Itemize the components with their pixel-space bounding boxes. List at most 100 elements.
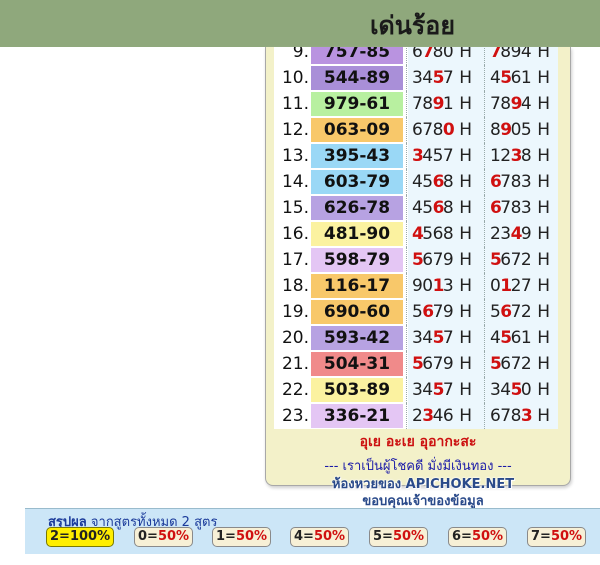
formula-cell-a: 5679H: [408, 247, 486, 273]
column-divider: [406, 65, 408, 91]
h-marker: H: [459, 276, 473, 296]
column-divider: [406, 403, 408, 429]
digit: 3: [520, 198, 533, 218]
column-divider: [484, 117, 486, 143]
slogan-line-1: อุเย อะเย อุอากะสะ: [359, 434, 477, 450]
number-pair: 336-21: [311, 404, 403, 428]
table-row: 20. 593-42 3 4 5 7 H 4 5 6 1 H: [274, 325, 558, 351]
row-number: 11.: [281, 94, 309, 114]
h-marker: H: [537, 146, 551, 166]
number-pair: 503-89: [311, 378, 403, 402]
formula-cell-a: 6780H: [408, 47, 486, 65]
h-marker: H: [537, 328, 551, 348]
summary-badge: 5=50%: [369, 527, 429, 547]
h-marker: H: [459, 94, 473, 114]
h-marker: H: [459, 68, 473, 88]
row-number: 13.: [281, 146, 309, 166]
column-divider: [484, 403, 486, 429]
row-number: 10.: [281, 68, 309, 88]
column-divider: [406, 299, 408, 325]
row-number: 21.: [281, 354, 309, 374]
h-marker: H: [537, 120, 551, 140]
row-number: 14.: [281, 172, 309, 192]
column-divider: [406, 325, 408, 351]
column-divider: [484, 91, 486, 117]
h-marker: H: [459, 380, 473, 400]
digit: 3: [442, 276, 455, 296]
h-marker: H: [459, 406, 473, 426]
column-divider: [406, 47, 408, 65]
table-row: 12. 063-09 6 7 8 0 H 8 9 0 5 H: [274, 117, 558, 143]
formula-cell-a: 3457H: [408, 65, 486, 91]
digit: 2: [520, 250, 533, 270]
h-marker: H: [537, 172, 551, 192]
digit: 9: [442, 302, 455, 322]
badge-digit: 0=: [138, 529, 158, 544]
column-divider: [406, 273, 408, 299]
formula-cell-a: 4568H: [408, 169, 486, 195]
row-number: 18.: [281, 276, 309, 296]
digit: 0: [443, 120, 455, 140]
digit: 9: [442, 250, 455, 270]
number-pair: 757-85: [311, 47, 403, 64]
number-pair: 481-90: [311, 222, 403, 246]
column-divider: [484, 65, 486, 91]
h-marker: H: [537, 302, 551, 322]
column-divider: [484, 247, 486, 273]
digit: 3: [520, 172, 533, 192]
digit: 0: [520, 380, 533, 400]
badge-digit: 1=: [216, 529, 236, 544]
number-pair: 979-61: [311, 92, 403, 116]
formula-cell-b: 8905H: [486, 117, 558, 143]
h-marker: H: [537, 354, 551, 374]
h-marker: H: [459, 354, 473, 374]
column-divider: [406, 117, 408, 143]
formula-cell-b: 0127H: [486, 273, 558, 299]
column-divider: [484, 143, 486, 169]
badge-percent: 50%: [235, 529, 268, 544]
digit: 0: [442, 47, 455, 62]
table-row: 14. 603-79 4 5 6 8 H 6 7 8 3 H: [274, 169, 558, 195]
formula-cell-b: 5672H: [486, 247, 558, 273]
formula-cell-a: 3457H: [408, 143, 486, 169]
formula-cell-b: 4561H: [486, 325, 558, 351]
column-divider: [406, 91, 408, 117]
number-pair: 690-60: [311, 300, 403, 324]
number-pair: 598-79: [311, 248, 403, 272]
summary-badge: 6=50%: [448, 527, 508, 547]
digit: 7: [442, 146, 455, 166]
badge-percent: 50%: [550, 529, 583, 544]
h-marker: H: [537, 406, 551, 426]
row-number: 16.: [281, 224, 309, 244]
table-row: 19. 690-60 5 6 7 9 H 5 6 7 2 H: [274, 299, 558, 325]
number-pair: 593-42: [311, 326, 403, 350]
badge-digit: 2=: [50, 529, 70, 544]
formula-cell-b: 4561H: [486, 65, 558, 91]
summary-badge: 7=50%: [527, 527, 587, 547]
digit: 2: [520, 354, 533, 374]
summary-badge: 2=100%: [46, 527, 115, 547]
column-divider: [406, 143, 408, 169]
summary-badge: 0=50%: [134, 527, 194, 547]
column-divider: [484, 221, 486, 247]
digit: 7: [442, 380, 455, 400]
formula-cell-b: 6783H: [486, 403, 558, 429]
number-pair: 116-17: [311, 274, 403, 298]
h-marker: H: [537, 380, 551, 400]
table-row: 11. 979-61 7 8 9 1 H 7 8 9 4 H: [274, 91, 558, 117]
table-row: 23. 336-21 2 3 4 6 H 6 7 8 3 H: [274, 403, 558, 429]
formula-cell-a: 9013H: [408, 273, 486, 299]
hit-digit: 3: [520, 406, 534, 426]
badge-percent: 100%: [69, 529, 111, 544]
formula-cell-b: 1238H: [486, 143, 558, 169]
digit: 7: [520, 276, 533, 296]
digit: 8: [442, 224, 455, 244]
digit: 8: [442, 198, 455, 218]
h-marker: H: [459, 250, 473, 270]
column-divider: [406, 377, 408, 403]
formula-cell-b: 7894H: [486, 91, 558, 117]
h-marker: H: [537, 94, 551, 114]
column-divider: [484, 195, 486, 221]
badge-percent: 50%: [471, 529, 504, 544]
number-pair: 626-78: [311, 196, 403, 220]
